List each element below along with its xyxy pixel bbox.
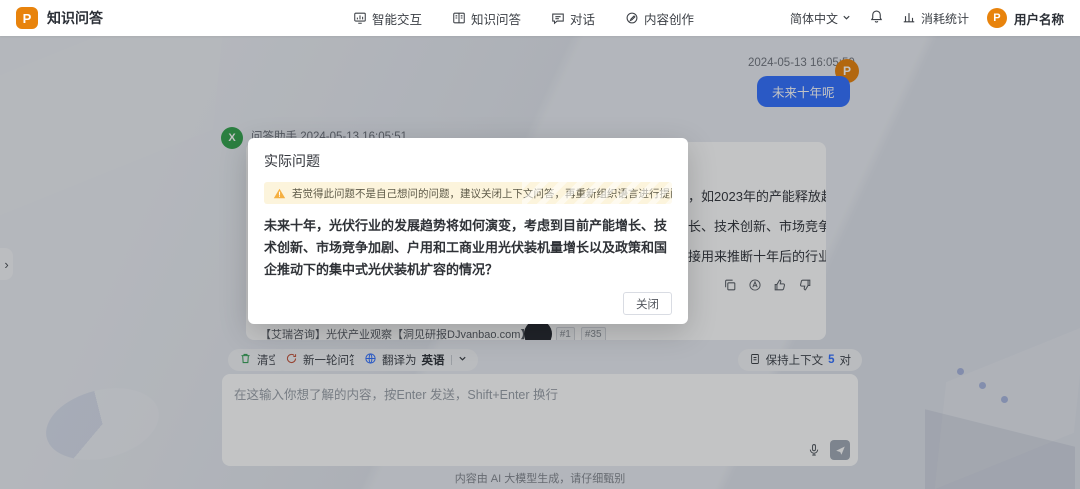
nav-label: 智能交互 bbox=[372, 9, 422, 28]
nav-label: 内容创作 bbox=[644, 9, 694, 28]
nav-item-dialog[interactable]: 对话 bbox=[551, 9, 595, 28]
bell-icon bbox=[869, 9, 884, 27]
warning-icon bbox=[273, 187, 286, 200]
modal-warning-banner: 若觉得此问题不是自己想问的问题，建议关闭上下文问答，再重新组织语言进行提问 bbox=[264, 182, 672, 204]
close-button[interactable]: 关闭 bbox=[623, 292, 672, 315]
smart-interaction-icon bbox=[353, 11, 367, 25]
nav-label: 知识问答 bbox=[471, 9, 521, 28]
user-profile[interactable]: P 用户名称 bbox=[987, 8, 1064, 28]
top-bar: P 知识问答 智能交互 知识问答 对话 内容创作 简体中文 bbox=[0, 0, 1080, 36]
nav-item-smart-interaction[interactable]: 智能交互 bbox=[353, 9, 422, 28]
warning-text: 若觉得此问题不是自己想问的问题，建议关闭上下文问答，再重新组织语言进行提问 bbox=[292, 186, 672, 201]
modal-question-text: 未来十年，光伏行业的发展趋势将如何演变，考虑到目前产能增长、技术创新、市场竞争加… bbox=[264, 215, 672, 281]
modal-title: 实际问题 bbox=[248, 138, 688, 171]
book-icon bbox=[452, 11, 466, 25]
pen-circle-icon bbox=[625, 11, 639, 25]
nav-label: 对话 bbox=[570, 9, 595, 28]
chevron-down-icon bbox=[842, 11, 851, 25]
actual-question-modal: 实际问题 若觉得此问题不是自己想问的问题，建议关闭上下文问答，再重新组织语言进行… bbox=[248, 138, 688, 324]
nav-item-knowledge-qa[interactable]: 知识问答 bbox=[452, 9, 521, 28]
nav-item-content-creation[interactable]: 内容创作 bbox=[625, 9, 694, 28]
app-logo-icon: P bbox=[16, 7, 38, 29]
notifications-button[interactable] bbox=[869, 9, 884, 27]
app-page: P 知识问答 智能交互 知识问答 对话 内容创作 简体中文 bbox=[0, 0, 1080, 489]
language-value: 简体中文 bbox=[790, 10, 838, 27]
bar-chart-icon bbox=[902, 10, 916, 27]
language-selector[interactable]: 简体中文 bbox=[790, 10, 851, 27]
top-right-group: 简体中文 消耗统计 P 用户名称 bbox=[790, 8, 1064, 28]
usage-stats-button[interactable]: 消耗统计 bbox=[902, 10, 969, 27]
app-title: 知识问答 bbox=[47, 8, 103, 28]
chat-bubble-icon bbox=[551, 11, 565, 25]
user-name: 用户名称 bbox=[1014, 9, 1064, 28]
user-avatar: P bbox=[987, 8, 1007, 28]
brand[interactable]: P 知识问答 bbox=[16, 7, 103, 29]
usage-stats-label: 消耗统计 bbox=[921, 10, 969, 27]
modal-footer: 关闭 bbox=[623, 292, 672, 315]
top-nav: 智能交互 知识问答 对话 内容创作 bbox=[353, 9, 694, 28]
